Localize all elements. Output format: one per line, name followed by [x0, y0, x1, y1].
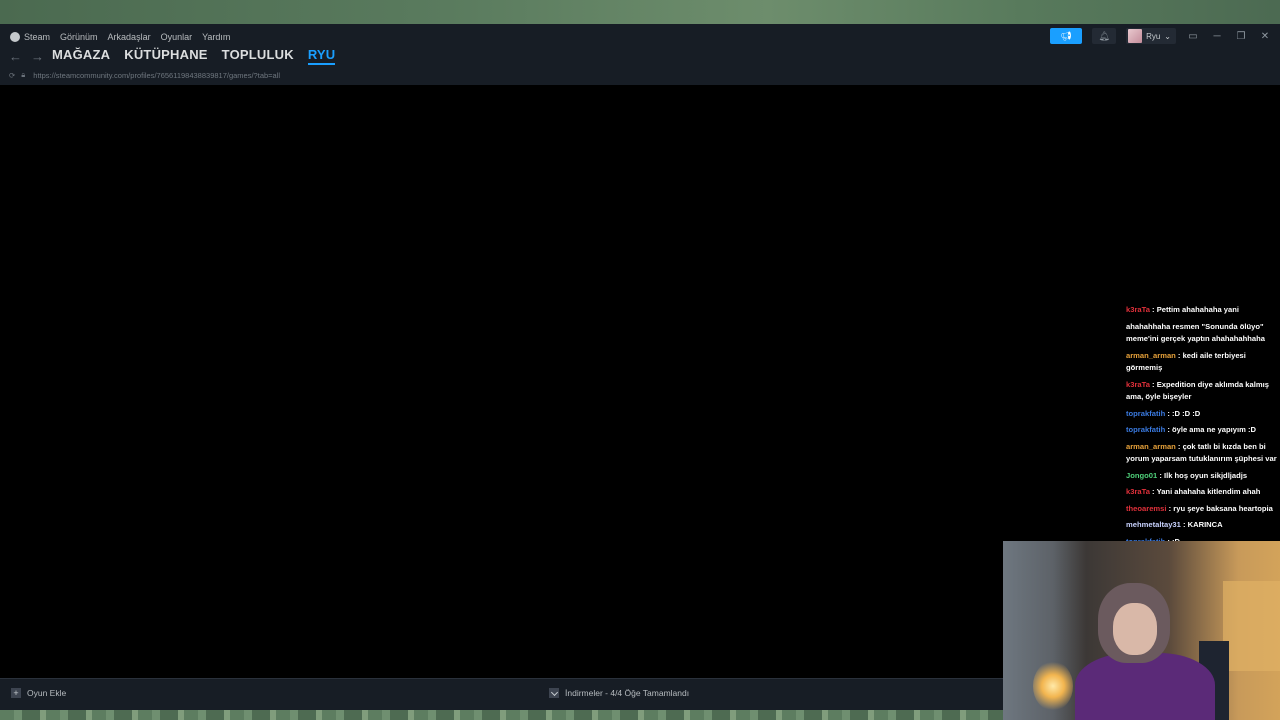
- nav-profile[interactable]: RYU: [307, 47, 336, 65]
- restore-button[interactable]: ❐: [1234, 31, 1248, 42]
- url-bar: ⟳ 🔒︎ https://steamcommunity.com/profiles…: [9, 68, 280, 82]
- chat-separator: :: [1149, 487, 1157, 496]
- menu-games[interactable]: Oyunlar: [161, 32, 193, 42]
- menu-steam-label: Steam: [24, 32, 51, 42]
- chat-separator: :: [1180, 520, 1188, 529]
- nav-store[interactable]: MAĞAZA: [52, 47, 110, 65]
- steam-logo-icon: [10, 32, 20, 42]
- chat-separator: :: [1175, 350, 1183, 360]
- chat-text: KARINCA: [1187, 520, 1223, 529]
- chat-message: Jongo01 : Ilk hoş oyun sikjdljadjs: [1123, 469, 1280, 484]
- chat-username: toprakfatih: [1126, 425, 1166, 434]
- chat-username: k3raTa: [1126, 487, 1150, 496]
- user-menu-button[interactable]: Ryu ⌄: [1126, 28, 1176, 44]
- chat-username: arman_arman: [1126, 441, 1176, 451]
- menu-bar: Steam Görünüm Arkadaşlar Oyunlar Yardım: [10, 30, 230, 44]
- main-nav: MAĞAZA KÜTÜPHANE TOPLULUK RYU: [52, 47, 336, 65]
- chat-message: arman_arman : çok tatlı bi kızda ben bi …: [1123, 440, 1280, 467]
- chat-message: k3raTa : Pettim ahahahaha yani: [1123, 303, 1280, 318]
- chat-text: :D :D :D: [1172, 408, 1201, 418]
- chat-separator: :: [1165, 408, 1172, 418]
- chat-separator: :: [1149, 305, 1157, 314]
- top-right-controls: 📢︎ 🔔︎ Ryu ⌄ ▭ ─ ❐ ✕: [1050, 27, 1272, 45]
- reload-icon[interactable]: ⟳: [9, 71, 15, 80]
- chat-separator: :: [1165, 425, 1172, 434]
- chat-text: ahahahhaha resmen "Sonunda ölüyo" meme'i…: [1126, 321, 1265, 344]
- menu-view[interactable]: Görünüm: [60, 32, 98, 42]
- add-game-button[interactable]: + Oyun Ekle: [11, 688, 66, 698]
- history-controls: ← →: [9, 49, 44, 64]
- forward-arrow-icon[interactable]: →: [31, 49, 44, 64]
- lock-icon: 🔒︎: [21, 70, 26, 79]
- webcam-lamp: [1033, 661, 1073, 711]
- nav-library[interactable]: KÜTÜPHANE: [124, 47, 207, 65]
- chat-username: mehmetaltay31: [1126, 520, 1181, 529]
- chat-username: toprakfatih: [1126, 408, 1166, 418]
- minimize-button[interactable]: ─: [1210, 31, 1224, 42]
- chat-message: k3raTa : Yani ahahaha kitlendim ahah: [1123, 485, 1280, 500]
- stream-chat-overlay: k3raTa : Pettim ahahahaha yani ahahahhaha…: [1123, 303, 1280, 543]
- chat-text: Ilk hoş oyun sikjdljadjs: [1163, 470, 1248, 480]
- desktop-wallpaper-top: [0, 0, 1280, 24]
- avatar: [1128, 29, 1143, 43]
- notifications-button[interactable]: 🔔︎: [1092, 28, 1117, 44]
- chat-username: arman_arman: [1126, 350, 1176, 360]
- url-text[interactable]: https://steamcommunity.com/profiles/7656…: [33, 71, 280, 80]
- megaphone-icon: 📢︎: [1060, 30, 1072, 41]
- chevron-down-icon: ⌄: [1164, 31, 1171, 41]
- chat-text: Pettim ahahahaha yani: [1156, 305, 1239, 314]
- bell-icon: 🔔︎: [1098, 30, 1110, 41]
- back-arrow-icon[interactable]: ←: [9, 49, 22, 64]
- download-icon: [549, 688, 559, 698]
- downloads-button[interactable]: İndirmeler - 4/4 Öğe Tamamlandı: [549, 688, 689, 698]
- menu-friends[interactable]: Arkadaşlar: [108, 32, 151, 42]
- plus-icon: +: [11, 688, 21, 698]
- close-button[interactable]: ✕: [1258, 31, 1272, 42]
- chat-separator: :: [1157, 470, 1164, 480]
- monitor-icon[interactable]: ▭: [1186, 31, 1200, 42]
- add-game-label: Oyun Ekle: [27, 688, 67, 698]
- chat-username: Jongo01: [1126, 470, 1158, 480]
- chat-message: ahahahhaha resmen "Sonunda ölüyo" meme'i…: [1123, 320, 1280, 347]
- chat-message: toprakfatih : öyle ama ne yapıyım :D: [1123, 423, 1280, 438]
- chat-username: k3raTa: [1126, 379, 1150, 389]
- chat-message: k3raTa : Expedition diye aklımda kalmış …: [1123, 378, 1280, 405]
- webcam-person-face: [1113, 603, 1157, 655]
- menu-help[interactable]: Yardım: [202, 32, 230, 42]
- nav-community[interactable]: TOPLULUK: [222, 47, 294, 65]
- chat-separator: :: [1149, 379, 1157, 389]
- chat-username: k3raTa: [1126, 305, 1150, 314]
- announcements-button[interactable]: 📢︎: [1050, 28, 1083, 44]
- chat-message: mehmetaltay31 : KARINCA: [1123, 518, 1280, 533]
- chat-message: theoaremsi : ryu şeye baksana heartopia: [1123, 502, 1280, 517]
- chat-username: theoaremsi: [1126, 503, 1167, 513]
- streamer-webcam: [1003, 541, 1280, 720]
- chat-message: arman_arman : kedi aile terbiyesi görmem…: [1123, 349, 1280, 376]
- chat-text: Yani ahahaha kitlendim ahah: [1156, 487, 1261, 496]
- username: Ryu: [1146, 31, 1161, 41]
- webcam-background-shelf: [1223, 581, 1280, 671]
- chat-separator: :: [1175, 441, 1183, 451]
- chat-text: ryu şeye baksana heartopia: [1173, 503, 1273, 513]
- menu-steam[interactable]: Steam: [10, 32, 50, 42]
- chat-message: toprakfatih : :D :D :D: [1123, 407, 1280, 422]
- webcam-person-body: [1075, 653, 1215, 720]
- chat-text: öyle ama ne yapıyım :D: [1172, 425, 1256, 434]
- downloads-label: İndirmeler - 4/4 Öğe Tamamlandı: [565, 688, 690, 698]
- title-bar: Steam Görünüm Arkadaşlar Oyunlar Yardım …: [0, 24, 1280, 85]
